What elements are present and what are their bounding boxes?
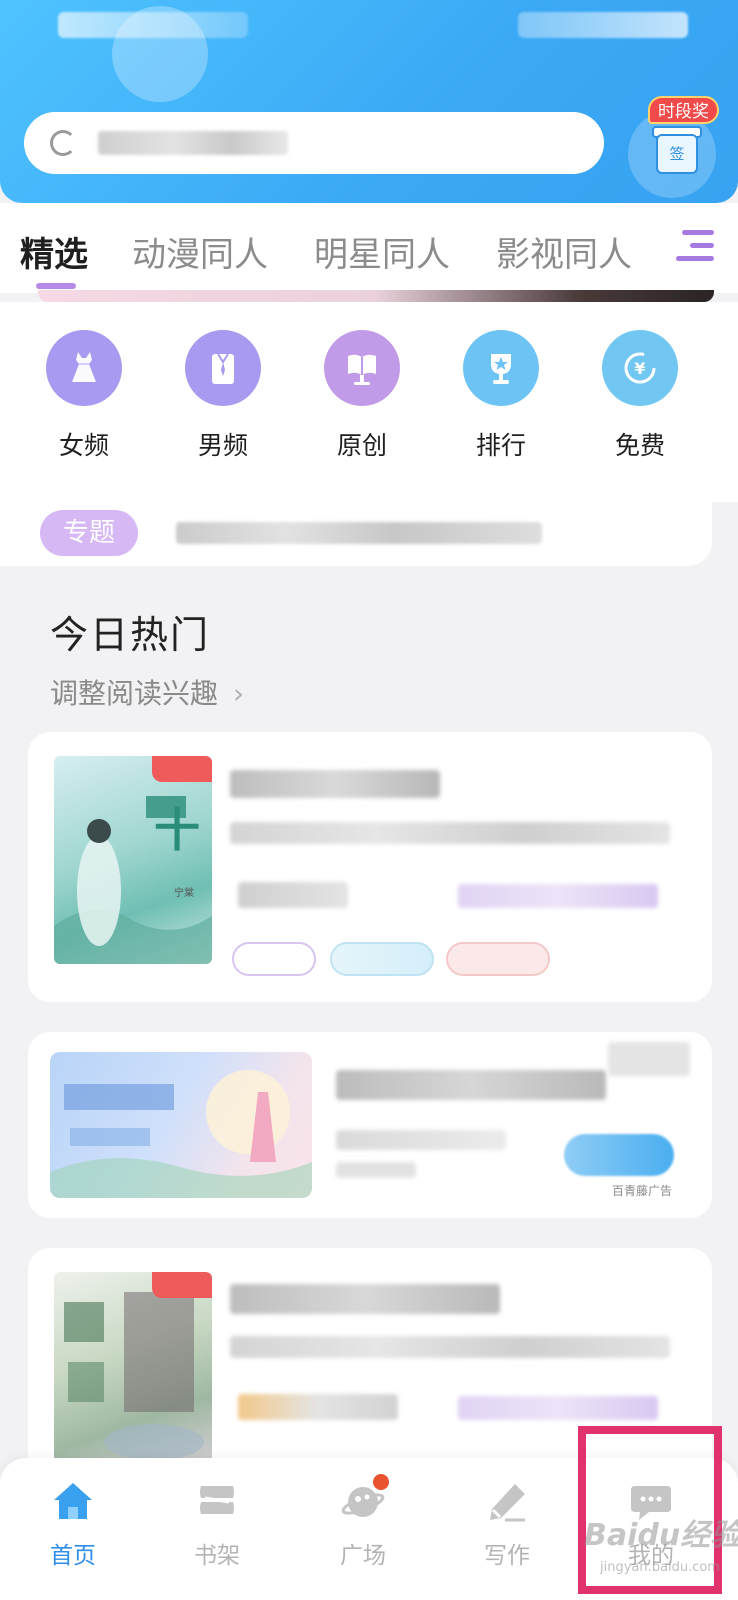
- yuan-coin-icon: ¥: [602, 330, 678, 406]
- book-title-blurred: [230, 770, 440, 798]
- book-card[interactable]: 十 宁棠: [28, 732, 712, 1002]
- watermark-url: jingyan.baidu.com: [600, 1560, 720, 1575]
- book-desc-blurred: [230, 822, 670, 844]
- cover-author-mark: 宁棠: [174, 888, 194, 899]
- bookshelf-icon: [195, 1480, 239, 1522]
- checkin-reward-button[interactable]: 签 时段奖: [628, 90, 728, 200]
- adjust-interest-label: 调整阅读兴趣: [50, 677, 219, 710]
- search-icon: [50, 130, 76, 156]
- planet-icon: [341, 1474, 389, 1522]
- topic-text-blurred: [176, 522, 542, 544]
- book-stand-icon: [324, 330, 400, 406]
- ad-card[interactable]: 百青藤广告: [28, 1032, 712, 1218]
- dress-icon: [46, 330, 122, 406]
- status-bar-right-blurred: [518, 12, 688, 38]
- tab-featured[interactable]: 精选: [20, 227, 88, 276]
- shirt-icon: [185, 330, 261, 406]
- category-male[interactable]: 男频: [168, 330, 278, 462]
- svg-text:¥: ¥: [634, 359, 645, 378]
- category-original[interactable]: 原创: [307, 330, 417, 462]
- ad-title-blurred: [336, 1070, 606, 1100]
- banner-carousel-edge[interactable]: [38, 290, 714, 302]
- category-free[interactable]: ¥ 免费: [585, 330, 695, 462]
- ad-action-button[interactable]: [564, 1134, 674, 1176]
- search-bar[interactable]: [24, 112, 604, 174]
- nav-home-label: 首页: [50, 1543, 96, 1569]
- checkin-label: 签: [669, 145, 685, 163]
- book-author-blurred: [238, 882, 348, 908]
- book-tag: [152, 756, 212, 782]
- book-desc-blurred: [230, 1336, 670, 1358]
- app-header: 签 时段奖: [0, 0, 738, 203]
- checkin-reward-tag: 时段奖: [648, 96, 719, 124]
- category-female[interactable]: 女频: [29, 330, 139, 462]
- category-ranking-label: 排行: [475, 431, 526, 460]
- search-placeholder-blurred: [98, 131, 288, 155]
- book-tag-pill: [330, 942, 434, 976]
- chevron-right-icon: ›: [232, 677, 245, 710]
- tab-active-indicator: [36, 283, 76, 289]
- category-tabs: 精选 动漫同人 明星同人 影视同人: [0, 203, 738, 293]
- book-tag-pill: [446, 942, 550, 976]
- ad-close-blurred[interactable]: [608, 1042, 690, 1076]
- nav-square[interactable]: 广场: [308, 1474, 418, 1570]
- book-tag-pill: [232, 942, 316, 976]
- ad-meta-blurred: [336, 1162, 416, 1178]
- trophy-icon: [463, 330, 539, 406]
- book-cover: 十 宁棠: [54, 756, 212, 964]
- adjust-interest-link[interactable]: 调整阅读兴趣 ›: [50, 672, 244, 712]
- book-author-blurred: [238, 1394, 398, 1420]
- book-readers-blurred: [458, 1396, 658, 1420]
- topic-badge: 专题: [40, 510, 138, 556]
- nav-bookshelf[interactable]: 书架: [162, 1480, 272, 1570]
- book-tag: [152, 1272, 212, 1298]
- nav-bookshelf-label: 书架: [194, 1543, 240, 1569]
- category-male-label: 男频: [197, 431, 248, 460]
- category-free-label: 免费: [614, 431, 665, 460]
- nav-write-label: 写作: [484, 1543, 530, 1569]
- nav-home[interactable]: 首页: [18, 1480, 128, 1570]
- watermark-text: Baidu经验: [584, 1518, 738, 1553]
- book-readers-blurred: [458, 884, 658, 908]
- tab-anime-fanfic[interactable]: 动漫同人: [132, 227, 268, 276]
- tab-celebrity-fanfic[interactable]: 明星同人: [314, 227, 450, 276]
- gift-icon: 签: [656, 134, 698, 174]
- pen-icon: [485, 1480, 529, 1522]
- nav-square-label: 广场: [340, 1543, 386, 1569]
- ad-desc-blurred: [336, 1130, 506, 1150]
- ad-image: [50, 1052, 312, 1198]
- status-bar-left-blurred: [58, 12, 248, 38]
- nav-write[interactable]: 写作: [452, 1480, 562, 1570]
- hot-today-title: 今日热门: [50, 613, 211, 657]
- notification-dot: [373, 1474, 389, 1490]
- tab-tv-fanfic[interactable]: 影视同人: [496, 227, 632, 276]
- book-title-blurred: [230, 1284, 500, 1314]
- category-shortcuts: 女频 男频 原创 排行 ¥ 免费: [0, 302, 738, 502]
- category-ranking[interactable]: 排行: [446, 330, 556, 462]
- ad-source-label: 百青藤广告: [612, 1184, 673, 1198]
- tab-menu-icon[interactable]: [676, 230, 714, 264]
- book-cover: [54, 1272, 212, 1472]
- home-icon: [51, 1480, 95, 1522]
- category-female-label: 女频: [58, 431, 109, 460]
- category-original-label: 原创: [336, 431, 387, 460]
